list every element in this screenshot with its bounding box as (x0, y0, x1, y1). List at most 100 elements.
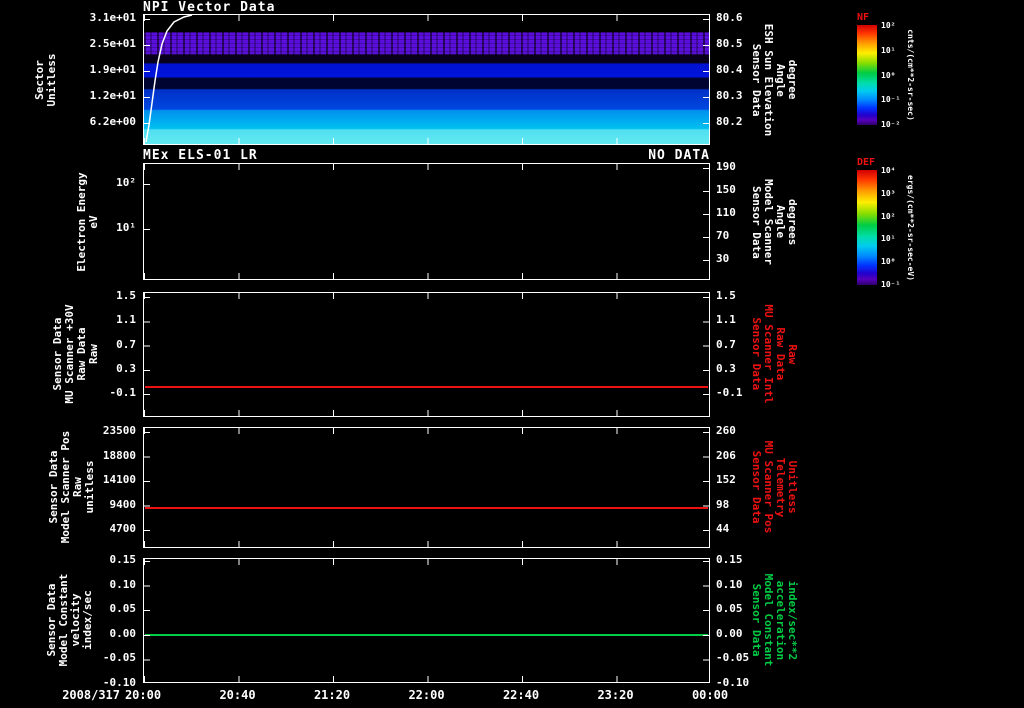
axis-label-line: degree (786, 60, 799, 100)
axis-label-line: index/sec (81, 590, 94, 650)
tick-label: 0.15 (109, 553, 137, 566)
colorbar2 (857, 170, 877, 285)
colorbar2-units: ergs/(cm**2-sr-sec-eV) (906, 175, 915, 281)
axis-label-line: Unitless (45, 53, 58, 107)
tick-marks (144, 297, 150, 395)
tick-label: 21:20 (313, 688, 351, 702)
tick-label: 10² (116, 176, 136, 189)
tick-label: 2.5e+01 (89, 37, 136, 50)
page-title: NPI Vector Data (143, 0, 276, 15)
y-axis-label-p5: Sensor Data Model Constant velocity inde… (45, 574, 94, 667)
data-line-green (145, 634, 708, 636)
axis-label-line: ESH Sun Elevation (762, 23, 775, 137)
tick-marks (703, 19, 709, 124)
tick-label: 20:40 (219, 688, 256, 702)
tick-marks (144, 410, 709, 416)
tick-label: 1.5 (116, 289, 136, 302)
no-data-label: NO DATA (648, 148, 710, 163)
tick-marks (703, 297, 709, 395)
tick-label: 0.15 (716, 553, 743, 566)
axis-ticks-left-p1: 3.1e+01 2.5e+01 1.9e+01 1.2e+01 6.2e+00 (72, 12, 136, 128)
axis-label-line: Raw (87, 344, 100, 364)
tick-label: 1.2e+01 (89, 89, 136, 102)
tick-label: 6.2e+00 (89, 115, 136, 128)
axis-label-line: Model Constant (762, 573, 775, 667)
axis-label-line: MU Scanner Intl (762, 304, 775, 404)
panel-els-spectrogram (143, 163, 710, 280)
tick-marks (144, 541, 709, 547)
y-axis-label-p3: Sensor Data MU Scanner +30V Raw Data Raw (51, 304, 100, 403)
axis-label-line: Sensor Data (750, 450, 763, 524)
tick-marks (144, 184, 150, 230)
tick-label: 3.1e+01 (89, 11, 136, 24)
tick-marks (703, 168, 709, 261)
axis-label-line: acceleration (774, 580, 787, 660)
axis-label-line: MU Scanner Pos (762, 440, 775, 534)
panel-model-constant-velocity (143, 558, 710, 683)
tick-marks (144, 15, 709, 21)
axis-label-line: Sensor Data (750, 185, 763, 259)
tick-label: 10¹ (116, 221, 136, 234)
axis-label-line: index/sec**2 (786, 580, 799, 660)
x-axis-date: 2008/317 (62, 688, 120, 702)
tick-marks (144, 559, 709, 565)
tick-marks (144, 676, 709, 682)
y2-axis-label-p3: Sensor Data MU Scanner Intl Raw Data Raw (750, 304, 799, 404)
axis-label-line: degrees (786, 198, 799, 246)
tick-marks (144, 164, 709, 170)
axis-label-line: unitless (83, 460, 96, 514)
y-axis-label-p1: Sector Unitless (33, 53, 58, 107)
tick-label: 260 (716, 424, 736, 437)
tick-label: 1.9e+01 (89, 63, 136, 76)
axis-label-line: Model Scanner (762, 178, 775, 266)
tick-marks (144, 19, 150, 124)
axis-label-line: Sensor Data (750, 43, 763, 117)
tick-label: 190 (716, 160, 736, 173)
tick-marks (144, 293, 709, 299)
axis-label-line: Angle (774, 63, 787, 97)
axis-label-line: eV (87, 215, 100, 229)
axis-label-line: Unitless (786, 460, 799, 514)
tick-marks (703, 432, 709, 531)
colorbar1-units: cnts/(cm**2-sr-sec) (906, 29, 915, 121)
sun-elevation-line (145, 15, 193, 143)
tick-label: 00:00 (691, 688, 729, 702)
tick-label: 10⁴ (881, 166, 896, 175)
y-axis-label-p2: Electron Energy eV (75, 172, 100, 271)
axis-label-line: Angle (774, 205, 787, 239)
y2-axis-label-p4: Sensor Data MU Scanner Pos Telemetry Uni… (750, 440, 799, 534)
plot-screen: NPI Vector Data 3.1e+01 2.5e+01 1.9e+01 1.2… (0, 0, 1024, 708)
x-axis-ticks: 20:00 20:40 21:20 22:00 22:40 23:20 00:00 (121, 688, 732, 702)
axis-label-line: Sensor Data (750, 583, 763, 657)
tick-marks (144, 428, 709, 434)
axis-label-line: Sensor Data (750, 317, 763, 391)
tick-label: 22:00 (408, 688, 445, 702)
data-line-red (145, 507, 708, 509)
axis-label-line: Raw Data (774, 327, 787, 381)
tick-label: 23:20 (597, 688, 634, 702)
axis-label-line: Raw (786, 344, 799, 364)
y2-axis-label-p5: Sensor Data Model Constant acceleration … (750, 573, 799, 667)
tick-label: 20:00 (124, 688, 162, 702)
tick-marks (144, 273, 709, 279)
y2-axis-label-p2: Sensor Data Model Scanner Angle degrees (750, 178, 799, 266)
tick-marks (703, 561, 709, 682)
axis-ticks-left-p2: 10² 10¹ (96, 177, 136, 234)
panel-npi-spectrogram (143, 14, 710, 145)
panel-model-scanner-pos (143, 427, 710, 548)
tick-marks (144, 561, 150, 682)
y2-axis-label-p1: Sensor Data ESH Sun Elevation Angle degr… (750, 23, 799, 137)
tick-label: 10⁻² (881, 120, 901, 129)
tick-label: 10⁻¹ (881, 279, 901, 289)
y-axis-label-p4: Sensor Data Model Scanner Pos Raw unitle… (47, 431, 96, 544)
axis-label-line: Telemetry (774, 457, 787, 517)
tick-marks (144, 432, 150, 531)
colorbar2-title: DEF (857, 157, 876, 168)
tick-label: 1.5 (716, 289, 736, 302)
tick-marks (144, 138, 709, 144)
data-line-red (145, 386, 708, 388)
tick-label: 22:40 (502, 688, 540, 702)
colorbar1 (857, 25, 877, 125)
tick-label: 80.6 (716, 11, 743, 24)
panel-mu-scanner-30v (143, 292, 710, 417)
